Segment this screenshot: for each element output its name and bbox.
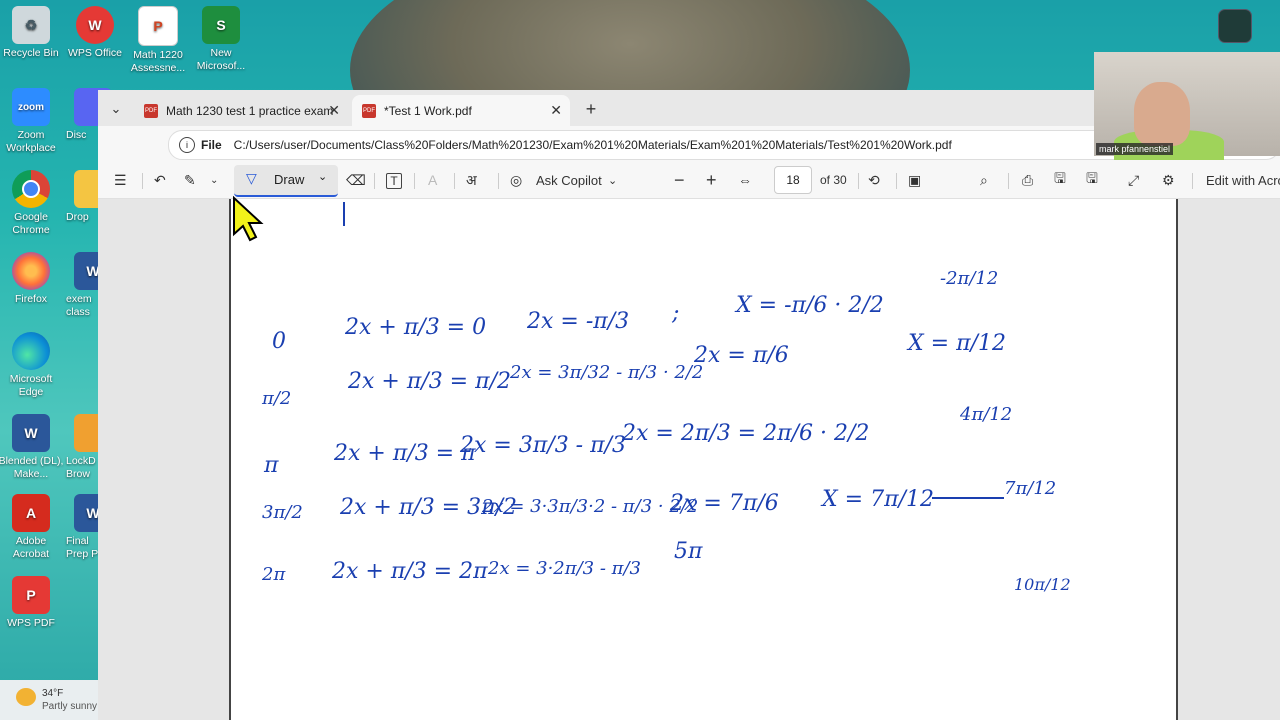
handwriting-layer: 0 2x + π/3 = 0 2x = -π/3 ; X = -π/6 · 2/… — [261, 202, 1071, 594]
ink-row5-eq2: 2x = 3·2π/3 - π/3 — [487, 558, 641, 579]
ink-row4-eq5: 7π/12 — [1004, 478, 1056, 499]
ink-angle-pi-2: π/2 — [261, 388, 291, 409]
ink-row3-eq3: 2x = 2π/3 = 2π/6 · 2/2 — [621, 421, 869, 446]
webcam-name-label: mark pfannenstiel — [1096, 143, 1174, 155]
ink-row1-sep: ; — [671, 301, 679, 326]
ink-angle-pi: π — [263, 453, 279, 478]
mouse-pointer-icon — [233, 196, 264, 242]
ink-row5-eq4: 10π/12 — [1014, 575, 1071, 594]
ink-row1-eq4: -2π/12 — [940, 268, 998, 289]
ink-row4-eq4: X = 7π/12 — [820, 487, 934, 512]
webcam-overlay: mark pfannenstiel — [1094, 52, 1280, 160]
ink-row4-eq2: 2x = 3·3π/3·2 - π/3 · 2/2 — [481, 496, 698, 517]
ink-angle-0: 0 — [272, 329, 286, 354]
ink-row2-eq4: X = π/12 — [906, 331, 1006, 356]
ink-row3-eq1: 2x + π/3 = π — [333, 441, 476, 466]
ink-row1-eq3: X = -π/6 · 2/2 — [734, 293, 884, 318]
ink-row5-eq1: 2x + π/3 = 2π — [331, 559, 488, 584]
ink-row3-eq4: 4π/12 — [959, 404, 1012, 425]
ink-row3-eq2: 2x = 3π/3 - π/3 — [459, 433, 626, 458]
ink-row2-eq3: 2x = π/6 — [693, 343, 789, 368]
webcam-person — [1134, 82, 1190, 146]
ink-angle-3pi-2: 3π/2 — [262, 502, 303, 523]
ink-row4-eq3: 2x = 7π/6 — [669, 491, 779, 516]
ink-row1-eq2: 2x = -π/3 — [526, 309, 629, 334]
ink-row2-eq2: 2x = 3π/32 - π/3 · 2/2 — [509, 362, 703, 383]
ink-row5-eq3: 5π — [674, 539, 703, 564]
ink-angle-2pi: 2π — [261, 564, 286, 585]
ink-row2-eq1: 2x + π/3 = π/2 — [347, 369, 511, 394]
ink-row1-eq1: 2x + π/3 = 0 — [344, 315, 486, 340]
